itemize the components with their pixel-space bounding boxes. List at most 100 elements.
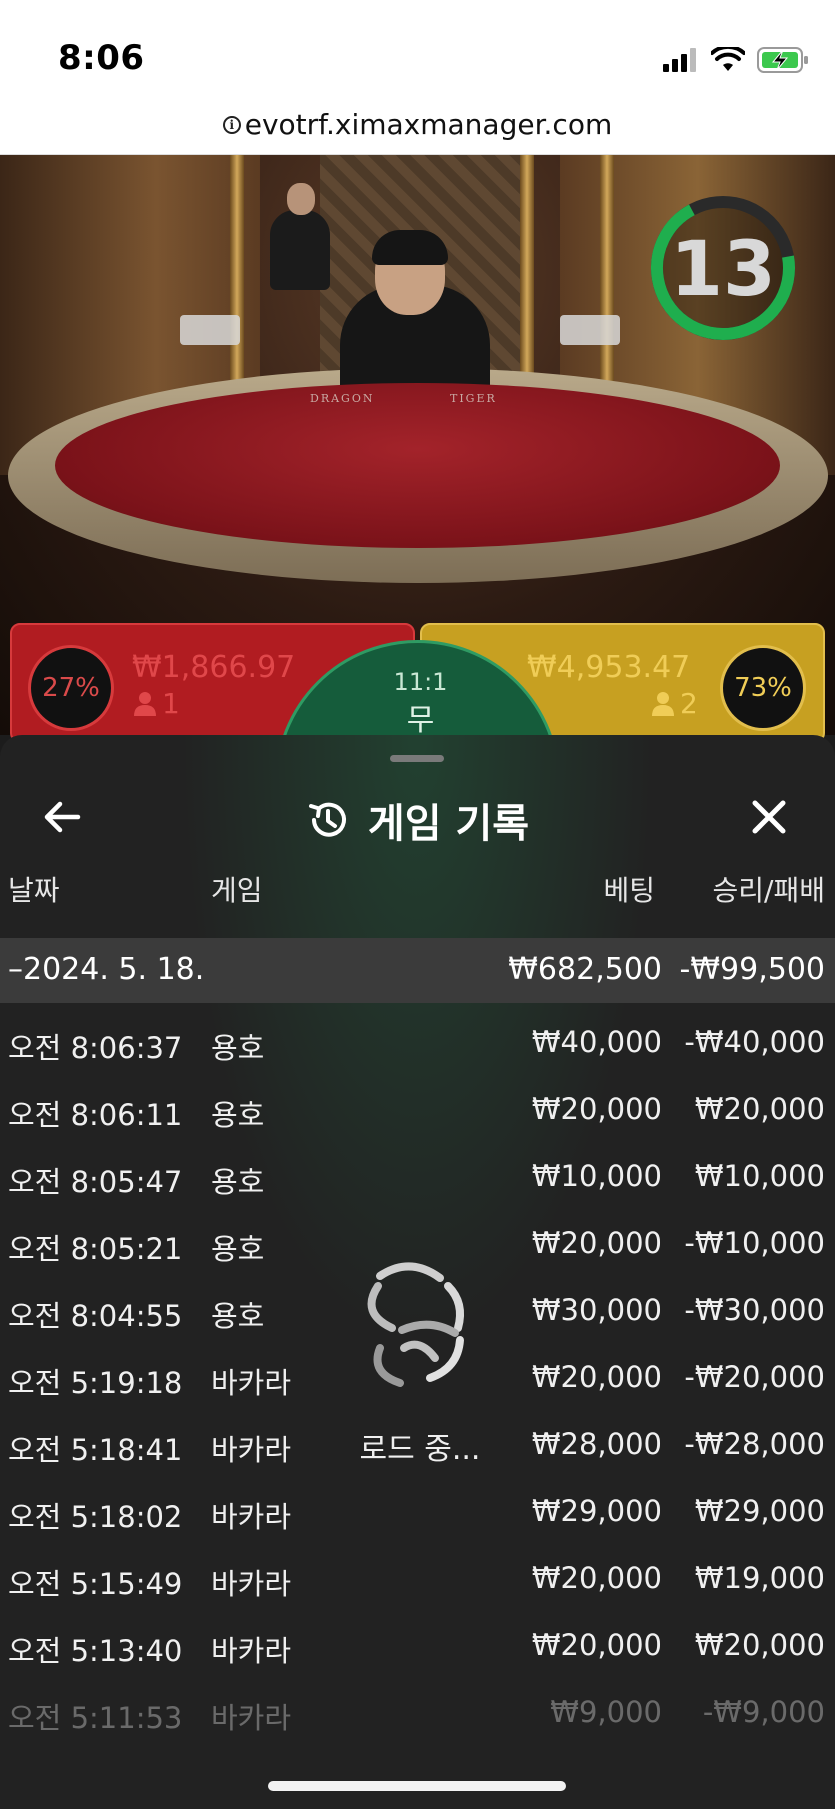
- table-label-dragon: DRAGON: [310, 392, 375, 405]
- status-bar: 8:06: [0, 0, 835, 95]
- row-game: 용호: [211, 1232, 265, 1266]
- column-game: 게임: [211, 874, 263, 907]
- column-bet: 베팅: [603, 874, 655, 907]
- person-icon: [134, 691, 156, 716]
- column-headers: 날짜 게임 베팅 승리/패배: [0, 865, 835, 915]
- wifi-icon: [711, 47, 745, 71]
- row-game: 바카라: [211, 1634, 292, 1668]
- date-group-date: –2024. 5. 18.: [8, 952, 205, 987]
- history-row[interactable]: 오전 8:06:11 용호 ₩20,000 ₩20,000: [0, 1077, 835, 1143]
- row-result: -₩9,000: [702, 1695, 825, 1729]
- info-icon[interactable]: i: [222, 115, 241, 134]
- history-row[interactable]: 오전 5:15:49 바카라 ₩20,000 ₩19,000: [0, 1546, 835, 1612]
- tie-odds: 11:1: [393, 668, 448, 696]
- row-bet: ₩29,000: [531, 1494, 662, 1528]
- row-result: -₩40,000: [684, 1025, 825, 1059]
- tiger-players: 2: [652, 687, 698, 720]
- row-game: 용호: [211, 1299, 265, 1333]
- row-result: ₩10,000: [694, 1159, 825, 1193]
- history-row[interactable]: 오전 5:18:02 바카라 ₩29,000 ₩29,000: [0, 1479, 835, 1545]
- background-dealer: [270, 210, 330, 290]
- tie-label: 무: [406, 703, 435, 738]
- loading-text: 로드 중...: [359, 1432, 481, 1467]
- url-text: evotrf.ximaxmanager.com: [244, 108, 613, 141]
- history-row[interactable]: 오전 8:06:37 용호 ₩40,000 -₩40,000: [0, 1010, 835, 1076]
- row-result: ₩20,000: [694, 1628, 825, 1662]
- row-bet: ₩40,000: [531, 1025, 662, 1059]
- sheet-grabber[interactable]: [390, 755, 444, 762]
- close-icon: [752, 800, 786, 834]
- date-group-row[interactable]: –2024. 5. 18. ₩682,500 -₩99,500: [0, 938, 835, 1003]
- row-time: 오전 8:05:21: [8, 1232, 183, 1266]
- column-result: 승리/패배: [712, 874, 825, 907]
- row-game: 바카라: [211, 1500, 292, 1534]
- row-time: 오전 5:11:53: [8, 1701, 183, 1735]
- row-result: ₩19,000: [694, 1561, 825, 1595]
- table-felt: [55, 383, 780, 548]
- row-time: 오전 5:15:49: [8, 1567, 183, 1601]
- row-time: 오전 5:13:40: [8, 1634, 183, 1668]
- row-result: -₩10,000: [684, 1226, 825, 1260]
- background-dealer-head: [287, 183, 315, 215]
- dealer-hair: [372, 230, 448, 265]
- dragon-percent: 27%: [28, 645, 114, 731]
- row-time: 오전 8:06:11: [8, 1098, 183, 1132]
- row-game: 바카라: [211, 1366, 292, 1400]
- row-result: -₩30,000: [684, 1293, 825, 1327]
- history-icon: [308, 802, 346, 837]
- status-time: 8:06: [58, 38, 145, 78]
- row-bet: ₩20,000: [531, 1092, 662, 1126]
- row-time: 오전 8:05:47: [8, 1165, 183, 1199]
- sheet-title: 게임 기록: [0, 791, 835, 849]
- row-bet: ₩10,000: [531, 1159, 662, 1193]
- row-time: 오전 8:06:37: [8, 1031, 183, 1065]
- status-icons: [663, 44, 809, 76]
- loading-spinner-icon: [367, 1262, 464, 1387]
- history-row[interactable]: 오전 5:11:53 바카라 ₩9,000 -₩9,000: [0, 1680, 835, 1746]
- signal-icon: [663, 48, 696, 72]
- url-bar[interactable]: i evotrf.ximaxmanager.com: [0, 95, 835, 155]
- row-bet: ₩20,000: [531, 1226, 662, 1260]
- close-button[interactable]: [747, 795, 791, 839]
- timer-number: 13: [670, 223, 776, 313]
- row-bet: ₩30,000: [531, 1293, 662, 1327]
- card-shoe: [180, 315, 240, 345]
- row-time: 오전 5:19:18: [8, 1366, 183, 1400]
- tiger-percent: 73%: [720, 645, 806, 731]
- battery-charging-icon: [757, 47, 808, 73]
- sheet-title-text: 게임 기록: [367, 801, 530, 847]
- row-time: 오전 5:18:02: [8, 1500, 183, 1534]
- discard-tray: [560, 315, 620, 345]
- tiger-player-count: 2: [680, 687, 698, 720]
- dragon-player-count: 1: [162, 687, 180, 720]
- row-bet: ₩20,000: [531, 1628, 662, 1662]
- date-group-result: -₩99,500: [679, 952, 825, 987]
- row-game: 바카라: [211, 1433, 292, 1467]
- countdown-timer: 13: [648, 193, 798, 343]
- row-bet: ₩20,000: [531, 1561, 662, 1595]
- row-result: -₩20,000: [684, 1360, 825, 1394]
- row-time: 오전 5:18:41: [8, 1433, 183, 1467]
- row-game: 용호: [211, 1031, 265, 1065]
- date-group-bet: ₩682,500: [508, 952, 662, 987]
- person-icon: [652, 691, 674, 716]
- home-indicator[interactable]: [268, 1781, 566, 1791]
- row-game: 용호: [211, 1098, 265, 1132]
- row-result: -₩28,000: [684, 1427, 825, 1461]
- table-label-tiger: TIGER: [450, 392, 497, 405]
- row-result: ₩29,000: [694, 1494, 825, 1528]
- row-game: 바카라: [211, 1567, 292, 1601]
- history-row[interactable]: 오전 8:05:47 용호 ₩10,000 ₩10,000: [0, 1144, 835, 1210]
- history-row[interactable]: 오전 5:13:40 바카라 ₩20,000 ₩20,000: [0, 1613, 835, 1679]
- dragon-amount: ₩1,866.97: [132, 650, 296, 685]
- row-game: 바카라: [211, 1701, 292, 1735]
- row-result: ₩20,000: [694, 1092, 825, 1126]
- row-game: 용호: [211, 1165, 265, 1199]
- row-time: 오전 8:04:55: [8, 1299, 183, 1333]
- dragon-players: 1: [134, 687, 180, 720]
- sheet-header: 게임 기록: [0, 775, 835, 855]
- row-bet: ₩20,000: [531, 1360, 662, 1394]
- column-date: 날짜: [8, 874, 60, 907]
- row-bet: ₩28,000: [531, 1427, 662, 1461]
- row-bet: ₩9,000: [550, 1695, 662, 1729]
